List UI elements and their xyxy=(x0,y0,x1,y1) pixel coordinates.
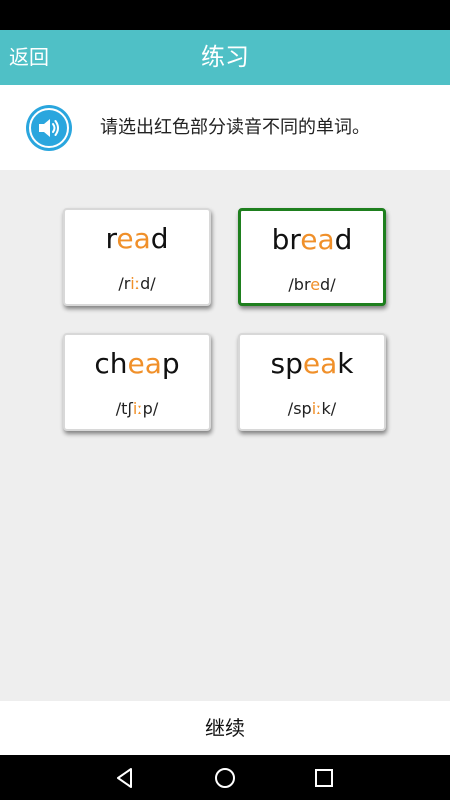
word-part: sp xyxy=(270,347,303,380)
word-part: k xyxy=(337,347,354,380)
word-part: r xyxy=(105,222,117,255)
phonetic-part: k/ xyxy=(321,399,337,418)
word-part: br xyxy=(271,223,301,256)
word-card-bread[interactable]: bread /bred/ xyxy=(238,208,386,306)
phonetic-part: d/ xyxy=(320,275,336,294)
word-part: d xyxy=(150,222,169,255)
phonetic-part: d/ xyxy=(140,274,156,293)
prompt-bar: 请选出红色部分读音不同的单词。 xyxy=(0,85,450,170)
card-word: read xyxy=(65,222,209,255)
card-phonetic: /bred/ xyxy=(241,275,383,294)
bottom-bar: 继续 xyxy=(0,701,450,755)
app-bar: 返回 练习 xyxy=(0,30,450,85)
back-button[interactable]: 返回 xyxy=(9,30,49,85)
phonetic-highlight: iː xyxy=(311,399,322,418)
card-phonetic: /spiːk/ xyxy=(240,399,384,418)
speaker-button[interactable] xyxy=(26,105,72,151)
word-part: p xyxy=(161,347,180,380)
word-card-read[interactable]: read /riːd/ xyxy=(63,208,211,306)
word-highlight: ea xyxy=(302,347,338,380)
back-triangle-icon[interactable] xyxy=(110,763,140,793)
word-highlight: ea xyxy=(127,347,162,380)
speaker-icon xyxy=(39,119,59,137)
card-word: speak xyxy=(240,347,384,380)
word-highlight: ea xyxy=(300,223,335,256)
phonetic-part: /tʃ xyxy=(115,399,133,418)
instruction-text: 请选出红色部分读音不同的单词。 xyxy=(100,117,370,138)
phonetic-part: p/ xyxy=(142,399,159,418)
word-part: d xyxy=(334,223,353,256)
home-circle-icon[interactable] xyxy=(210,763,240,793)
status-bar xyxy=(0,0,450,30)
word-highlight: ea xyxy=(116,222,151,255)
word-part: ch xyxy=(94,347,128,380)
card-phonetic: /riːd/ xyxy=(65,274,209,293)
continue-button[interactable]: 继续 xyxy=(0,701,450,755)
system-nav-bar xyxy=(0,755,450,800)
word-card-speak[interactable]: speak /spiːk/ xyxy=(238,333,386,431)
phonetic-part: /sp xyxy=(287,399,312,418)
card-word: bread xyxy=(241,223,383,256)
recents-square-icon[interactable] xyxy=(309,763,339,793)
card-phonetic: /tʃiːp/ xyxy=(65,399,209,418)
phonetic-part: /br xyxy=(288,275,311,294)
phonetic-highlight: iː xyxy=(130,274,141,293)
phonetic-highlight: iː xyxy=(132,399,143,418)
phonetic-highlight: e xyxy=(310,275,321,294)
page-title: 练习 xyxy=(201,43,249,71)
card-word: cheap xyxy=(65,347,209,380)
word-card-cheap[interactable]: cheap /tʃiːp/ xyxy=(63,333,211,431)
phonetic-part: /r xyxy=(118,274,131,293)
